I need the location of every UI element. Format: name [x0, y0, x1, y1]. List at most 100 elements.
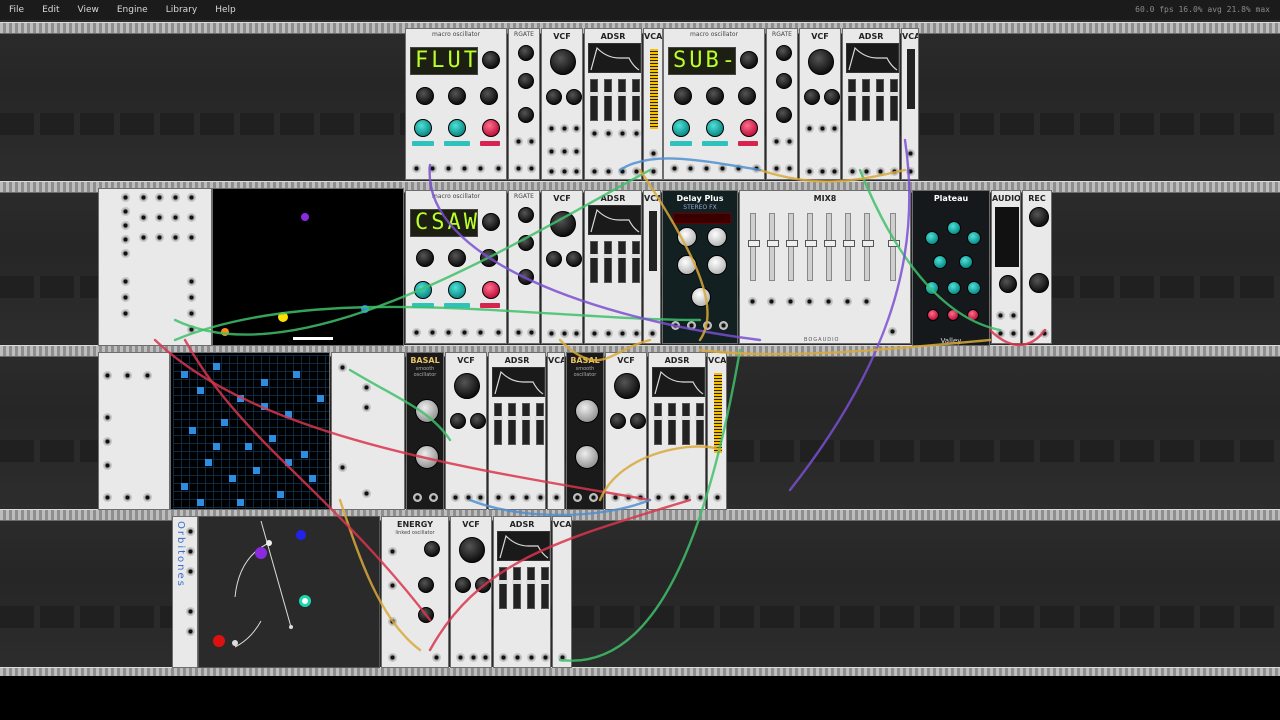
- gate-jack[interactable]: [604, 329, 613, 338]
- fine-knob[interactable]: [674, 87, 692, 105]
- orbitones-controls-module[interactable]: Orbitones: [172, 516, 198, 668]
- timbre-jack[interactable]: [460, 328, 469, 337]
- cv-jack[interactable]: [604, 129, 613, 138]
- attack-slider[interactable]: [498, 567, 508, 609]
- fine-knob[interactable]: [416, 87, 434, 105]
- mod-speed-knob[interactable]: [927, 309, 939, 321]
- decay-slider[interactable]: [507, 403, 517, 445]
- retrig-jack[interactable]: [618, 329, 627, 338]
- drive-knob[interactable]: [566, 89, 582, 105]
- dry-knob[interactable]: [925, 231, 939, 245]
- fm-knob[interactable]: [480, 87, 498, 105]
- left-jack[interactable]: [1027, 329, 1036, 338]
- clk-jack[interactable]: [103, 371, 112, 380]
- flip-jack[interactable]: [103, 437, 112, 446]
- channel-4-fader[interactable]: [805, 213, 817, 281]
- clk-div-knob[interactable]: [518, 73, 534, 89]
- out-jack[interactable]: [432, 653, 441, 662]
- sustain-slider[interactable]: [521, 403, 531, 445]
- mult-jack[interactable]: [121, 249, 130, 258]
- cv-jack[interactable]: [830, 124, 839, 133]
- in-jack[interactable]: [611, 493, 620, 502]
- push-jack[interactable]: [499, 653, 508, 662]
- cv-jack[interactable]: [785, 137, 794, 146]
- module-rack[interactable]: macro oscillator FLUT RGATE VCF ADSR VCA…: [0, 20, 1280, 676]
- modulation-knob[interactable]: [448, 119, 466, 137]
- trig-jack[interactable]: [121, 207, 130, 216]
- gate-jack[interactable]: [604, 167, 613, 176]
- channel-in-jack[interactable]: [767, 297, 776, 306]
- poly-out-jack[interactable]: [338, 463, 347, 472]
- cutoff-knob[interactable]: [459, 537, 485, 563]
- retrig-jack[interactable]: [682, 493, 691, 502]
- sustain-slider[interactable]: [875, 79, 885, 121]
- res-knob[interactable]: [450, 413, 466, 429]
- release-slider[interactable]: [631, 241, 641, 283]
- timbre-jack[interactable]: [460, 164, 469, 173]
- res-knob[interactable]: [546, 89, 562, 105]
- cutoff-knob[interactable]: [808, 49, 834, 75]
- clk-mul-knob[interactable]: [518, 107, 534, 123]
- push-jack[interactable]: [654, 493, 663, 502]
- right-jack[interactable]: [1040, 329, 1049, 338]
- scl-y-jack[interactable]: [187, 293, 196, 302]
- life-jack[interactable]: [143, 371, 152, 380]
- rgate-module[interactable]: RGATE: [508, 190, 540, 344]
- in-jack[interactable]: [906, 149, 915, 158]
- on-jack[interactable]: [121, 309, 130, 318]
- in-jack[interactable]: [451, 493, 460, 502]
- x-jack[interactable]: [121, 277, 130, 286]
- retrig-jack[interactable]: [618, 167, 627, 176]
- env-jack[interactable]: [890, 167, 899, 176]
- cv-jack[interactable]: [171, 193, 180, 202]
- cv-jack[interactable]: [818, 124, 827, 133]
- hpf-jack[interactable]: [830, 167, 839, 176]
- delay-plus-module[interactable]: Delay Plus STEREO FX: [662, 190, 738, 344]
- adsr-module[interactable]: ADSR: [842, 28, 900, 180]
- channel-3-fader[interactable]: [786, 213, 798, 281]
- edit-knob[interactable]: [482, 213, 500, 231]
- adsr-module[interactable]: ADSR: [493, 516, 551, 668]
- cv-jack[interactable]: [139, 233, 148, 242]
- time-knob[interactable]: [707, 227, 727, 247]
- plateau-reverb-module[interactable]: Plateau Valley: [912, 190, 990, 346]
- menu-help[interactable]: Help: [206, 5, 245, 15]
- color-knob[interactable]: [482, 281, 500, 299]
- ofst-y-jack[interactable]: [187, 325, 196, 334]
- rgate-module[interactable]: RGATE: [508, 28, 540, 180]
- decay-slider[interactable]: [861, 79, 871, 121]
- send-jack[interactable]: [703, 321, 712, 330]
- hpf-jack[interactable]: [572, 167, 581, 176]
- lpf-jack[interactable]: [560, 329, 569, 338]
- out-jack[interactable]: [719, 321, 728, 330]
- sustain-slider[interactable]: [617, 79, 627, 121]
- cv-jack[interactable]: [590, 129, 599, 138]
- vcf-module[interactable]: VCF: [450, 516, 492, 668]
- reset-jack[interactable]: [514, 164, 523, 173]
- root-jack[interactable]: [362, 383, 371, 392]
- vcf-module[interactable]: VCF: [445, 352, 487, 510]
- in-jack[interactable]: [547, 167, 556, 176]
- master-fader[interactable]: [888, 213, 900, 281]
- menu-view[interactable]: View: [69, 5, 108, 15]
- out-jack[interactable]: [785, 164, 794, 173]
- cv-jack[interactable]: [805, 124, 814, 133]
- cv-jack[interactable]: [139, 213, 148, 222]
- trig-jack[interactable]: [670, 164, 679, 173]
- push-jack[interactable]: [848, 167, 857, 176]
- out-jack[interactable]: [527, 164, 536, 173]
- sequencer-modes-module[interactable]: [98, 352, 170, 510]
- mono-jack[interactable]: [388, 547, 397, 556]
- out-jack[interactable]: [906, 167, 915, 176]
- retrig-jack[interactable]: [527, 653, 536, 662]
- input-jack[interactable]: [1009, 311, 1018, 320]
- high-knob[interactable]: [967, 281, 981, 295]
- reset-jack[interactable]: [388, 581, 397, 590]
- sequencer-controls-module[interactable]: [98, 188, 212, 346]
- cv-jack[interactable]: [139, 193, 148, 202]
- menu-library[interactable]: Library: [157, 5, 206, 15]
- drive-knob[interactable]: [470, 413, 486, 429]
- hpf-jack[interactable]: [636, 493, 645, 502]
- push-jack[interactable]: [590, 167, 599, 176]
- level-knob[interactable]: [999, 275, 1017, 293]
